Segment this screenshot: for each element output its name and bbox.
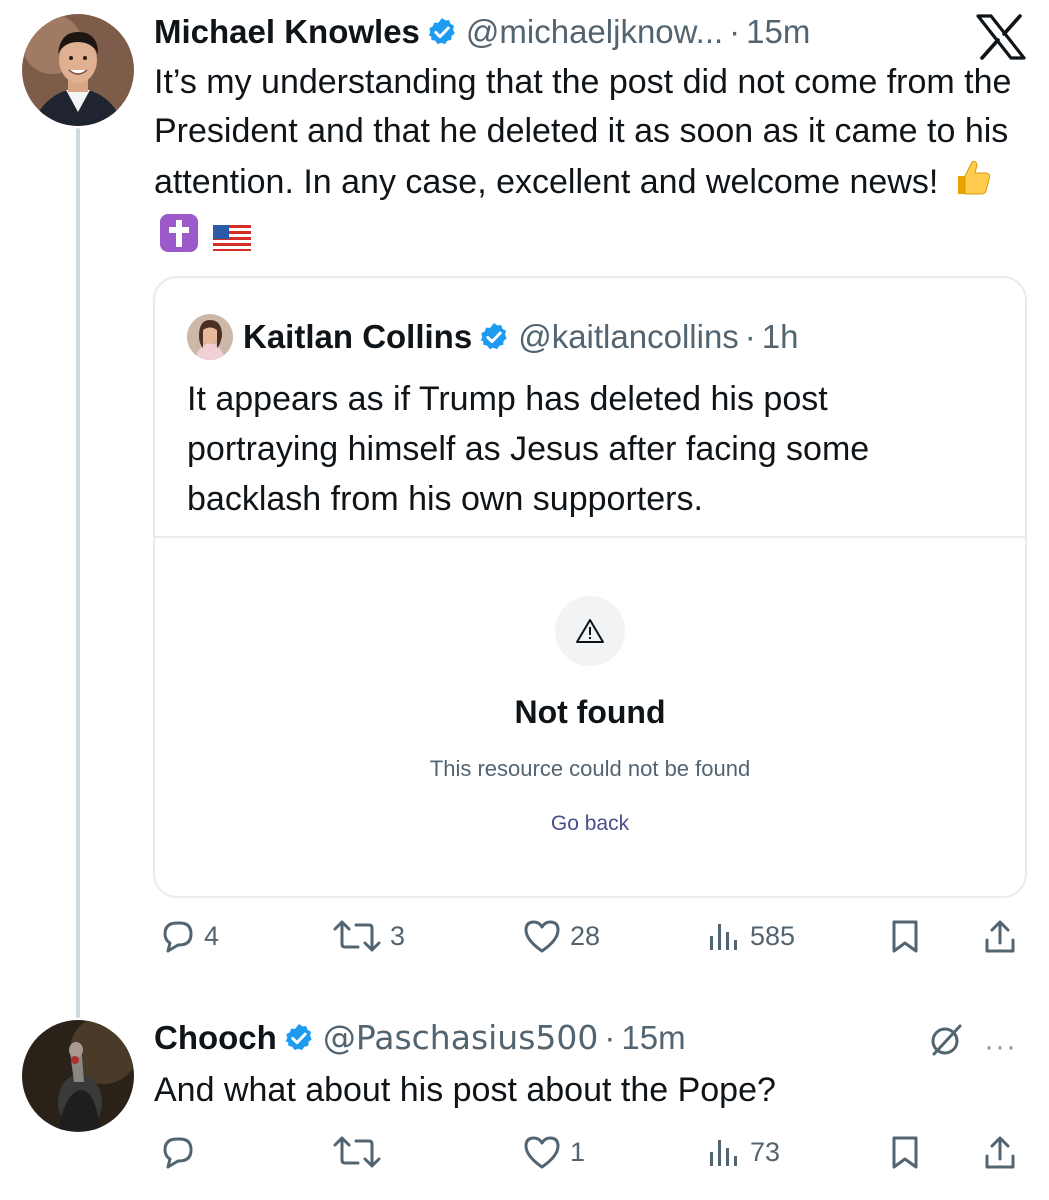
reply-button[interactable]: 4 — [160, 918, 219, 954]
not-found-title: Not found — [514, 694, 666, 730]
author-name[interactable]: Michael Knowles — [154, 12, 420, 52]
us-flag-emoji-icon — [213, 216, 252, 265]
heart-icon — [524, 1136, 560, 1169]
quoted-tweet-header: Kaitlan Collins @kaitlancollins · 1h — [187, 314, 799, 360]
separator-dot: · — [604, 1019, 616, 1056]
tweet-action-bar: 4 3 28 585 — [154, 918, 1030, 962]
post-time[interactable]: 15m — [746, 12, 810, 52]
heart-icon — [524, 920, 560, 953]
share-icon — [985, 1136, 1015, 1169]
thread-connector-line — [76, 128, 80, 1018]
reply-button[interactable] — [160, 1134, 204, 1170]
like-button[interactable]: 28 — [522, 918, 600, 954]
tweet-body: And what about his post about the Pope? — [154, 1066, 1014, 1115]
share-button[interactable] — [982, 918, 1018, 956]
repost-count: 3 — [390, 920, 406, 951]
x-logo-icon — [976, 14, 1026, 60]
repost-icon — [333, 920, 381, 952]
bookmark-button[interactable] — [888, 1134, 922, 1170]
not-found-subtitle: This resource could not be found — [429, 756, 751, 781]
share-button[interactable] — [982, 1134, 1018, 1172]
reply-icon — [163, 921, 193, 953]
more-options-button[interactable]: ··· — [984, 1030, 1017, 1064]
like-count: 28 — [570, 920, 601, 951]
bookmark-icon — [892, 920, 918, 953]
view-count: 73 — [750, 1136, 781, 1167]
verified-badge-icon — [283, 1022, 315, 1054]
quoted-author-handle[interactable]: @kaitlancollins — [518, 317, 739, 357]
like-count: 1 — [570, 1136, 586, 1167]
view-count: 585 — [750, 920, 796, 951]
thumbs-up-emoji-icon — [952, 156, 994, 212]
avatar-chooch[interactable] — [22, 1020, 134, 1132]
reply-count: 4 — [204, 920, 220, 951]
separator-dot: · — [744, 318, 756, 355]
tweet-action-bar: 1 73 — [154, 1134, 1030, 1178]
tweet-header: Chooch @Paschasius500 · 15m — [154, 1018, 686, 1058]
bookmark-button[interactable] — [888, 918, 922, 954]
like-button[interactable]: 1 — [522, 1134, 585, 1170]
author-handle[interactable]: @michaeljknow... — [466, 12, 723, 52]
author-handle[interactable]: @Paschasius500 — [323, 1018, 599, 1058]
views-chart-icon — [710, 924, 737, 950]
quoted-tweet-text: It appears as if Trump has deleted his p… — [187, 380, 870, 518]
repost-icon — [333, 1136, 381, 1168]
reply-icon — [163, 1137, 193, 1169]
quoted-card-divider — [155, 536, 1025, 538]
separator-dot: · — [729, 13, 741, 50]
views-button[interactable]: 73 — [706, 1134, 780, 1170]
author-name[interactable]: Chooch — [154, 1018, 277, 1058]
tweet-body: It’s my understanding that the post did … — [154, 58, 1014, 268]
views-chart-icon — [710, 1140, 737, 1166]
bookmark-icon — [892, 1136, 918, 1169]
tweet-text: It’s my understanding that the post did … — [154, 63, 1012, 201]
go-back-link[interactable]: Go back — [155, 812, 1025, 836]
verified-badge-icon — [478, 321, 510, 353]
tweet-text: And what about his post about the Pope? — [154, 1071, 776, 1109]
latin-cross-emoji-icon — [158, 212, 200, 268]
warning-icon — [555, 596, 625, 666]
repost-button[interactable]: 3 — [332, 918, 405, 954]
quoted-tweet-card[interactable]: Kaitlan Collins @kaitlancollins · 1h It … — [153, 276, 1027, 898]
quoted-post-time[interactable]: 1h — [762, 317, 799, 357]
post-time[interactable]: 15m — [621, 1018, 685, 1058]
repost-button[interactable] — [332, 1134, 390, 1170]
verified-badge-icon — [426, 16, 458, 48]
views-button[interactable]: 585 — [706, 918, 795, 954]
avatar-kaitlan-collins[interactable] — [187, 314, 233, 360]
avatar-michael-knowles[interactable] — [22, 14, 134, 126]
share-icon — [985, 920, 1015, 953]
grok-icon[interactable] — [928, 1022, 964, 1058]
tweet-header: Michael Knowles @michaeljknow... · 15m — [154, 12, 810, 52]
quoted-author-name[interactable]: Kaitlan Collins — [243, 317, 472, 357]
